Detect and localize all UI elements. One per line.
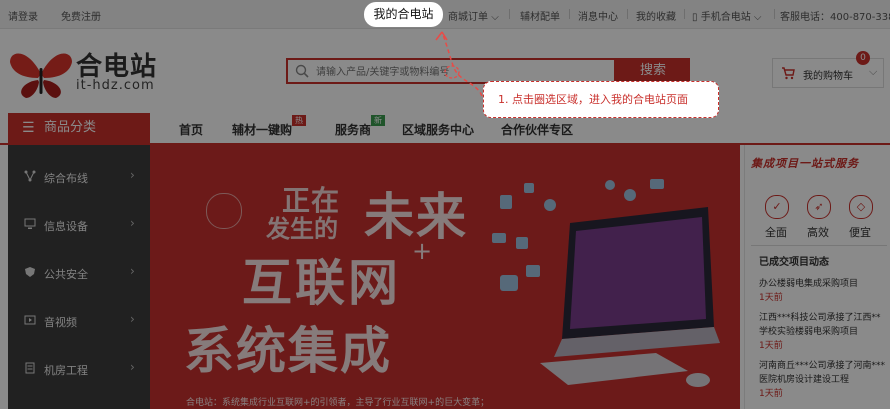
guide-callout: 1. 点击圈选区域，进入我的合电站页面 <box>483 81 719 118</box>
